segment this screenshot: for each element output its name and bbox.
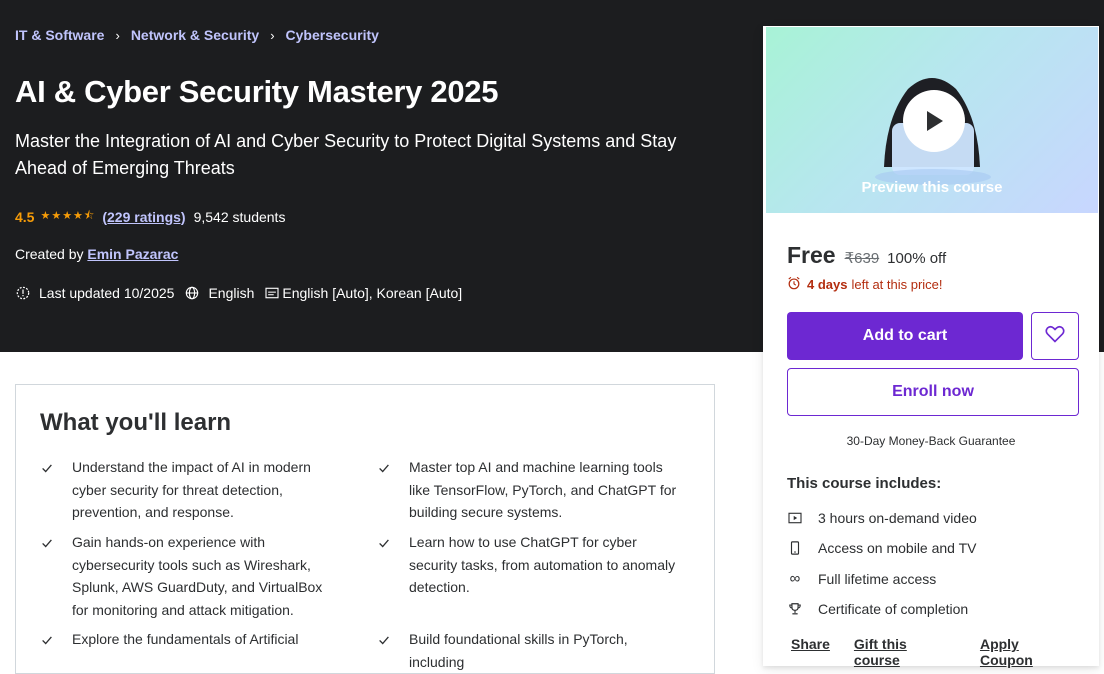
check-icon [40,459,56,524]
include-item: Access on mobile and TV [787,540,977,556]
timer-days: 4 days [807,277,848,292]
trophy-icon [787,602,803,616]
check-icon [377,459,393,524]
breadcrumb: IT & Software › Network & Security › Cyb… [15,27,379,43]
check-icon [377,534,393,599]
current-price: Free [787,242,836,268]
alarm-clock-icon [787,276,801,293]
price-timer: 4 days left at this price! [787,276,943,293]
includes-title: This course includes: [787,475,942,492]
learn-item-text: Understand the impact of AI in modern cy… [72,459,311,520]
ratings-count-link[interactable]: (229 ratings) [102,209,185,225]
discount-percent: 100% off [887,250,947,267]
include-item: ∞ Full lifetime access [787,570,937,587]
include-item-label: Access on mobile and TV [818,540,977,556]
breadcrumb-network-security[interactable]: Network & Security [131,27,259,43]
course-subtitle: Master the Integration of AI and Cyber S… [15,131,677,178]
sidebar-links: Share Gift this course Apply Coupon [791,636,1099,668]
original-price: ₹639 [844,250,880,267]
star-rating-icon: ★★★★⯪ [40,210,96,222]
rating-row: 4.5 ★★★★⯪ (229 ratings) 9,542 students [15,207,285,226]
created-by-label: Created by [15,246,84,262]
learn-item-text: Master top AI and machine learning tools… [409,459,677,520]
rating-value: 4.5 [15,208,35,225]
captions-icon [264,285,280,301]
globe-icon [184,285,200,301]
timer-text: left at this price! [851,277,943,292]
check-icon [40,631,56,654]
instructor-link[interactable]: Emin Pazarac [87,246,178,262]
learn-item: Master top AI and machine learning tools… [377,456,677,524]
breadcrumb-cybersecurity[interactable]: Cybersecurity [286,27,379,43]
video-icon [787,512,803,524]
learn-item: Gain hands-on experience with cybersecur… [40,531,340,621]
learn-item-text: Explore the fundamentals of Artificial [72,631,299,647]
apply-coupon-link[interactable]: Apply Coupon [980,636,1075,668]
learn-item: Build foundational skills in PyTorch, in… [377,628,677,673]
heart-icon [1045,325,1065,348]
add-to-cart-button[interactable]: Add to cart [787,312,1023,360]
chevron-right-icon: › [115,27,120,43]
play-icon[interactable] [903,90,965,152]
what-you-learn-box: What you'll learn Understand the impact … [15,384,715,674]
breadcrumb-it-software[interactable]: IT & Software [15,27,104,43]
check-icon [377,631,393,673]
last-updated: Last updated 10/2025 [39,285,175,301]
learn-item: Understand the impact of AI in modern cy… [40,456,340,524]
enroll-now-button[interactable]: Enroll now [787,368,1079,416]
chevron-right-icon: › [270,27,275,43]
learn-item-text: Learn how to use ChatGPT for cyber secur… [409,534,676,595]
mobile-icon [787,541,803,555]
money-back-guarantee: 30-Day Money-Back Guarantee [846,434,1016,448]
include-item: 3 hours on-demand video [787,510,977,526]
created-by: Created by Emin Pazarac [15,246,178,262]
check-icon [40,534,56,621]
course-captions: English [Auto], Korean [Auto] [282,285,463,301]
gift-course-link[interactable]: Gift this course [854,636,956,668]
include-item: Certificate of completion [787,601,968,617]
learn-item-text: Build foundational skills in PyTorch, in… [409,631,628,670]
learn-item: Learn how to use ChatGPT for cyber secur… [377,531,677,599]
share-link[interactable]: Share [791,636,830,668]
what-you-learn-title: What you'll learn [40,409,232,436]
price-row: Free ₹639 100% off [787,242,946,269]
learn-item-text: Gain hands-on experience with cybersecur… [72,534,323,618]
course-title: AI & Cyber Security Mastery 2025 [15,74,499,109]
include-item-label: Certificate of completion [818,601,969,617]
include-item-label: Full lifetime access [818,570,937,587]
infinity-icon: ∞ [789,570,801,587]
course-meta: Last updated 10/2025 English English [Au… [15,285,462,301]
learn-item: Explore the fundamentals of Artificial [40,628,340,654]
include-item-label: 3 hours on-demand video [818,510,977,526]
course-preview[interactable]: Preview this course [766,27,1098,213]
alert-badge-icon [15,285,31,301]
preview-label: Preview this course [861,179,1003,196]
course-language: English [208,285,255,301]
wishlist-button[interactable] [1031,312,1079,360]
students-count: 9,542 students [193,208,286,225]
purchase-sidebar: Preview this course Free ₹639 100% off 4… [763,26,1099,668]
